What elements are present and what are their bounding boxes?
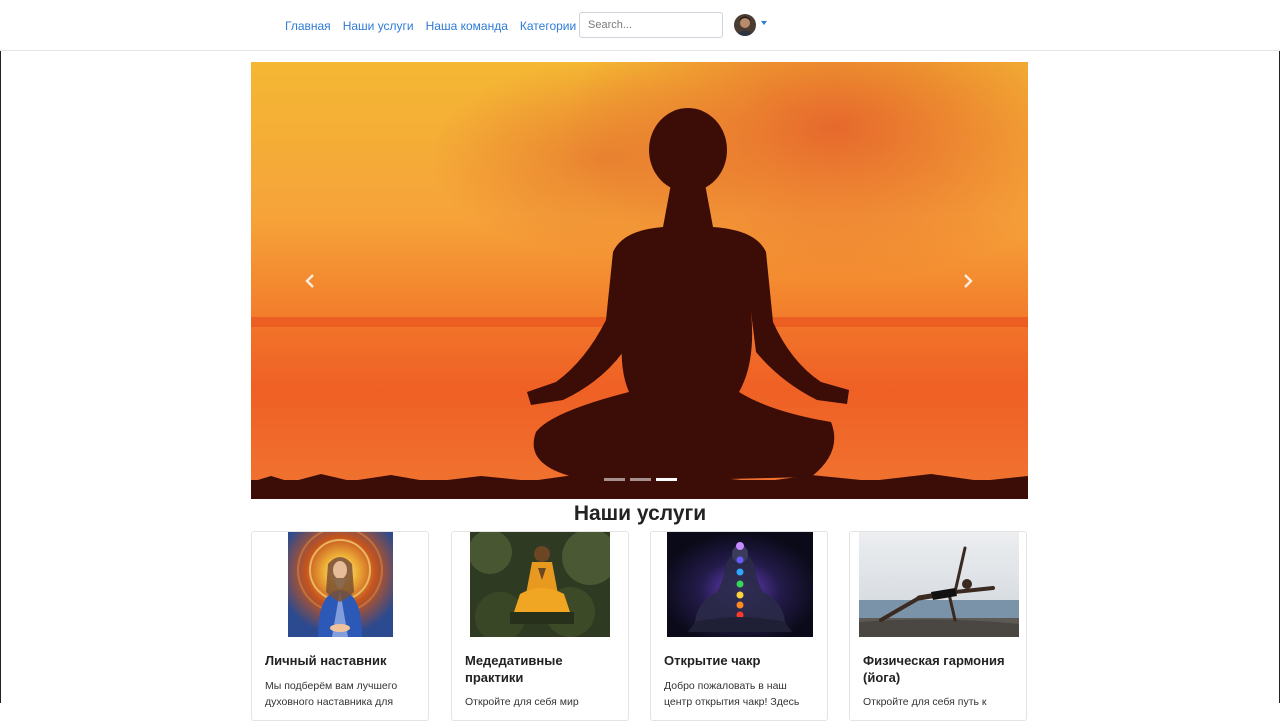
service-card-title: Медедативные практики bbox=[465, 653, 563, 685]
service-card-title: Личный наставник bbox=[265, 653, 387, 668]
service-card-image bbox=[859, 532, 1019, 637]
service-card-title: Физическая гармония (йога) bbox=[863, 653, 1005, 685]
nav-link-categories[interactable]: Категории bbox=[514, 18, 582, 34]
hero-carousel bbox=[251, 62, 1028, 499]
carousel-indicator-2[interactable] bbox=[630, 478, 651, 481]
carousel-prev-button[interactable] bbox=[300, 268, 320, 294]
top-navbar: Главная Наши услуги Наша команда Категор… bbox=[0, 0, 1280, 51]
service-card-title: Открытие чакр bbox=[664, 653, 761, 668]
chevron-right-icon bbox=[964, 274, 973, 288]
nav-link-services[interactable]: Наши услуги bbox=[337, 18, 420, 34]
chevron-left-icon bbox=[305, 274, 314, 288]
service-card-yoga[interactable]: Физическая гармония (йога) Откройте для … bbox=[849, 531, 1027, 721]
hero-slide-image bbox=[251, 62, 1028, 499]
nav-link-team[interactable]: Наша команда bbox=[420, 18, 514, 34]
service-card-text: Добро пожаловать в наш центр открытия ча… bbox=[664, 680, 800, 708]
nav-links: Главная Наши услуги Наша команда Категор… bbox=[279, 18, 582, 34]
service-card-meditation[interactable]: Медедативные практики Откройте для себя … bbox=[451, 531, 629, 721]
user-menu-caret[interactable] bbox=[761, 21, 767, 25]
carousel-indicators bbox=[604, 478, 677, 481]
services-heading: Наши услуги bbox=[573, 502, 707, 525]
carousel-next-button[interactable] bbox=[958, 268, 978, 294]
service-card-text: Мы подберём вам лучшего духовного настав… bbox=[265, 680, 398, 708]
service-card-text: Откройте для себя путь к bbox=[863, 696, 987, 708]
carousel-indicator-3[interactable] bbox=[656, 478, 677, 481]
service-card-chakra[interactable]: Открытие чакр Добро пожаловать в наш цен… bbox=[650, 531, 828, 721]
avatar-image bbox=[734, 14, 756, 36]
user-avatar[interactable] bbox=[734, 14, 756, 36]
search-input[interactable] bbox=[579, 12, 723, 38]
service-card-image bbox=[288, 532, 393, 637]
service-card-image bbox=[667, 532, 813, 637]
service-card-image bbox=[470, 532, 610, 637]
carousel-indicator-1[interactable] bbox=[604, 478, 625, 481]
service-card-mentor[interactable]: Личный наставник Мы подберём вам лучшего… bbox=[251, 531, 429, 721]
nav-link-home[interactable]: Главная bbox=[279, 18, 337, 34]
service-card-text: Откройте для себя мир bbox=[465, 696, 579, 708]
